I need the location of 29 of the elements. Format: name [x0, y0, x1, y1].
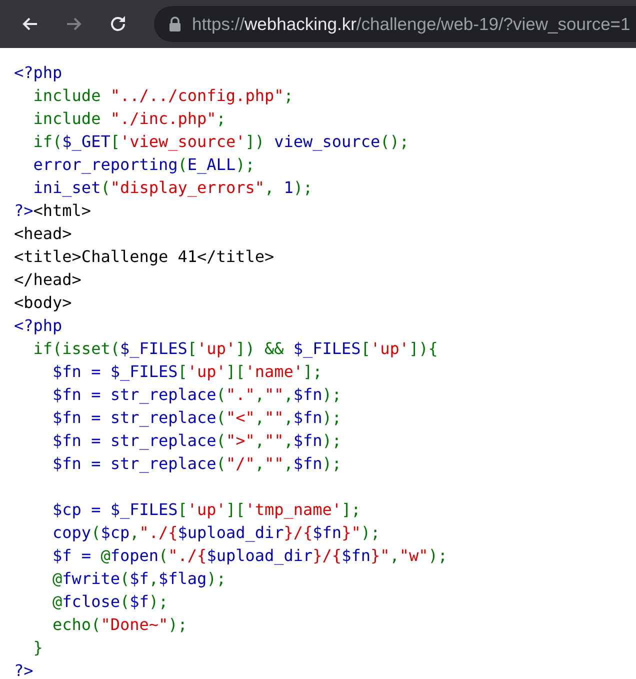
reload-icon: [108, 14, 128, 34]
address-field[interactable]: https://webhacking.kr/challenge/web-19/?view_source=1: [154, 6, 636, 42]
code-line: <title>Challenge 41</title>: [14, 246, 274, 268]
code-line: $fn = str_replace(">","",$fn);: [52, 430, 342, 452]
code-line: include "./inc.php";: [32, 108, 226, 130]
code-line: ?>: [14, 660, 34, 679]
code-line: $cp = $_FILES['up']['tmp_name'];: [52, 499, 361, 521]
code-line: ?><html>: [14, 200, 92, 222]
code-line: <?php: [14, 62, 62, 84]
code-line: echo("Done~");: [52, 614, 188, 636]
code-line: $fn = str_replace("<","",$fn);: [52, 407, 342, 429]
code-line: </head>: [14, 269, 82, 291]
code-line: }: [32, 637, 43, 659]
code-line: <head>: [14, 223, 72, 245]
code-line: @fwrite($f,$flag);: [52, 568, 226, 590]
code-line: if(isset($_FILES['up']) && $_FILES['up']){: [32, 338, 438, 360]
code-line: $fn = str_replace("/","",$fn);: [52, 453, 342, 475]
code-line: @fclose($f);: [52, 591, 168, 613]
url-text: https://webhacking.kr/challenge/web-19/?view_source=1: [192, 14, 630, 34]
code-line: copy($cp,"./{$upload_dir}/{$fn}");: [52, 522, 380, 544]
code-line: if($_GET['view_source']) view_source();: [32, 131, 409, 153]
code-line: $f = @fopen("./{$upload_dir}/{$fn}","w");: [52, 545, 448, 567]
code-line: $fn = str_replace(".","",$fn);: [52, 384, 342, 406]
code-line: <body>: [14, 292, 72, 314]
code-line: $fn = $_FILES['up']['name'];: [52, 361, 322, 383]
code-line: ini_set("display_errors", 1);: [32, 177, 313, 199]
code-line: include "../../config.php";: [32, 85, 294, 107]
code-line: <?php: [14, 315, 62, 337]
code-line: error_reporting(E_ALL);: [32, 154, 255, 176]
